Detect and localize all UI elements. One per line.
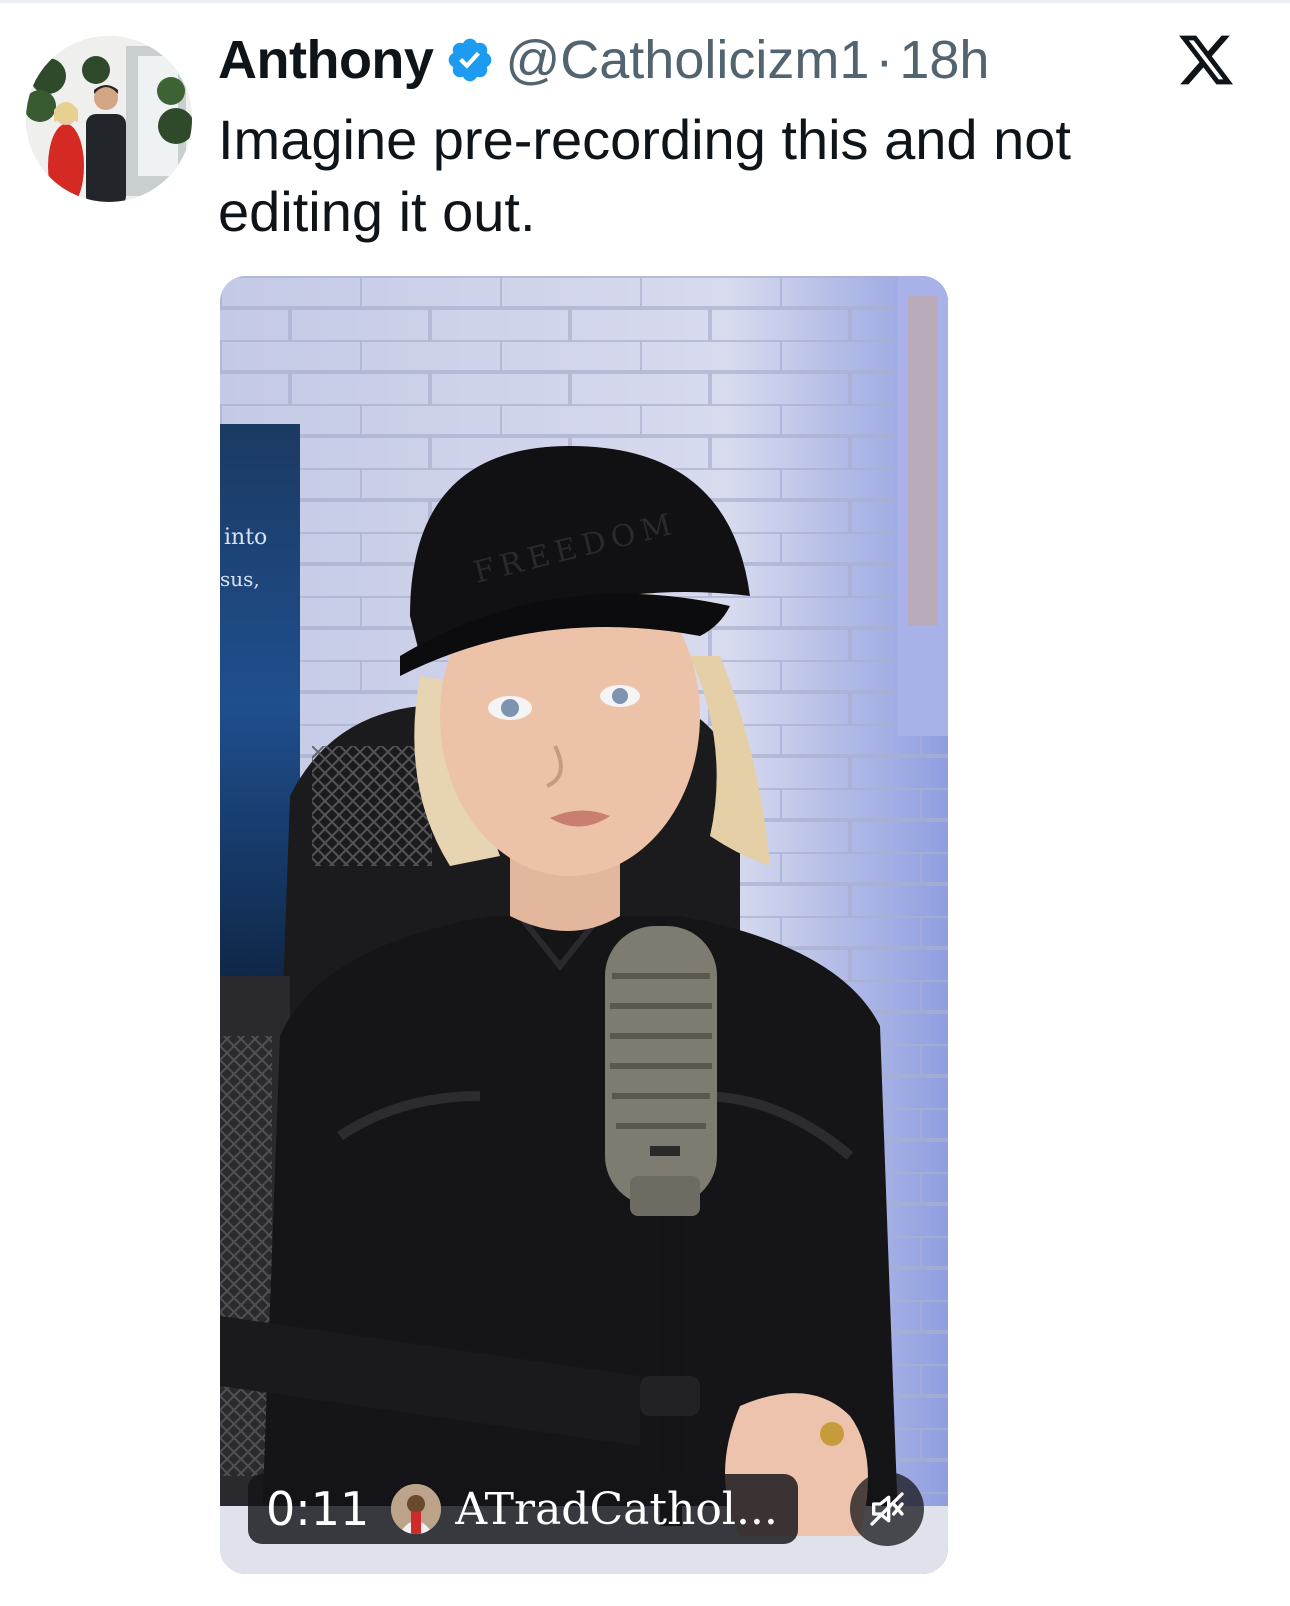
video-frame: into sus, FREEDOM — [220, 276, 948, 1574]
channel-avatar — [391, 1484, 442, 1534]
video-info-pill[interactable]: 0:11 ATradCathol... — [248, 1474, 798, 1544]
video-player[interactable]: into sus, FREEDOM 0:11 ATradCathol... — [220, 276, 948, 1574]
poster-text-2: sus, — [220, 567, 260, 591]
tweet-timestamp[interactable]: 18h — [899, 28, 989, 92]
avatar-photo — [26, 36, 192, 202]
author-avatar[interactable] — [26, 36, 192, 202]
author-name[interactable]: Anthony — [218, 28, 434, 92]
x-logo-icon[interactable] — [1176, 30, 1236, 90]
speaker-muted-icon — [870, 1492, 904, 1526]
video-duration: 0:11 — [266, 1482, 370, 1536]
author-handle[interactable]: @Catholicizm1 — [505, 28, 869, 92]
tweet-text: Imagine pre-recording this and not editi… — [218, 108, 1071, 243]
mute-button[interactable] — [850, 1472, 924, 1546]
verified-badge-icon — [449, 38, 492, 82]
video-channel-name: ATradCathol... — [455, 1483, 778, 1535]
header-separator: · — [875, 30, 894, 90]
poster-text: into — [224, 525, 267, 550]
tweet-header: Anthony @Catholicizm1 · 18h — [218, 28, 989, 92]
top-divider — [0, 0, 1290, 3]
